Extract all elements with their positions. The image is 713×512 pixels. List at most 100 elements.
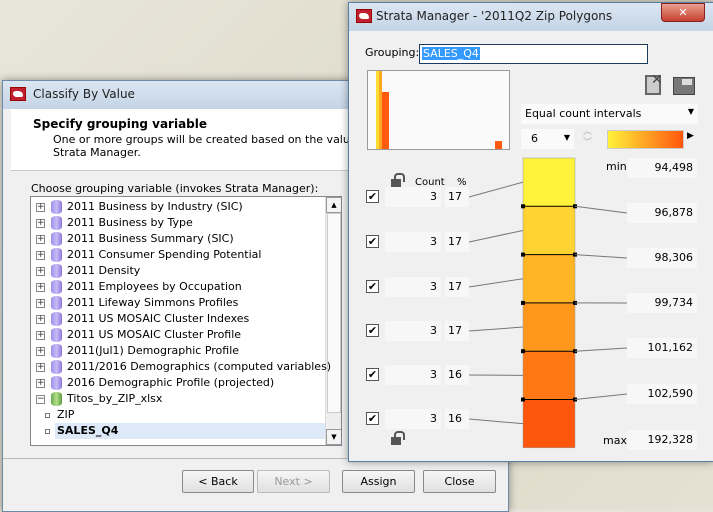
leaf-icon — [45, 413, 50, 418]
break-handle — [521, 301, 525, 305]
scrollbar[interactable]: ▲ ▼ — [325, 197, 341, 445]
variable-tree[interactable]: ▲ ▼ +2011 Business by Industry (SIC)+201… — [30, 196, 342, 446]
app-icon — [10, 87, 26, 101]
tree-item[interactable]: +2011 Business by Industry (SIC) — [31, 199, 325, 215]
database-icon — [51, 344, 62, 358]
tree-item[interactable]: SALES_Q4 — [55, 423, 325, 439]
class-count: 3 — [385, 365, 441, 385]
break-value[interactable]: 98,306 — [627, 248, 697, 268]
expand-icon[interactable]: + — [36, 283, 45, 292]
scroll-thumb[interactable] — [327, 213, 341, 413]
tree-item-label: 2011 Lifeway Simmons Profiles — [67, 295, 238, 311]
break-value[interactable]: 102,590 — [627, 384, 697, 404]
tree-item[interactable]: +2011 US MOSAIC Cluster Profile — [31, 327, 325, 343]
tree-item[interactable]: +2011 Employees by Occupation — [31, 279, 325, 295]
break-connector-line — [575, 348, 627, 351]
tree-item-label: Titos_by_ZIP_xlsx — [67, 391, 162, 407]
close-button[interactable]: Close — [423, 470, 496, 493]
expand-icon[interactable]: + — [36, 379, 45, 388]
class-checkbox[interactable]: ✔ — [366, 235, 379, 248]
tree-item[interactable]: +2011 US MOSAIC Cluster Indexes — [31, 311, 325, 327]
tree-item-label: 2011 Business Summary (SIC) — [67, 231, 234, 247]
header-title: Specify grouping variable — [33, 117, 207, 131]
expand-icon[interactable]: + — [36, 235, 45, 244]
list-label: Choose grouping variable (invokes Strata… — [31, 182, 318, 195]
tree-item[interactable]: − Titos_by_ZIP_xlsx — [31, 391, 325, 407]
break-value[interactable]: 99,734 — [627, 293, 697, 313]
tree-item-label: SALES_Q4 — [57, 423, 118, 439]
scroll-down-icon[interactable]: ▼ — [326, 429, 342, 445]
database-icon — [51, 360, 62, 374]
tree-item[interactable]: +2011 Business by Type — [31, 215, 325, 231]
break-value[interactable]: 96,878 — [627, 203, 697, 223]
class-color-segment — [523, 351, 575, 399]
database-icon — [51, 216, 62, 230]
class-percent: 16 — [445, 365, 469, 385]
database-icon — [51, 200, 62, 214]
database-icon — [51, 376, 62, 390]
class-color-segment — [523, 206, 575, 254]
tree-item[interactable]: +2016 Demographic Profile (projected) — [31, 375, 325, 391]
class-color-segment — [523, 400, 575, 448]
tree-item[interactable]: +2011 Consumer Spending Potential — [31, 247, 325, 263]
class-color-segment — [523, 255, 575, 303]
assign-button[interactable]: Assign — [342, 470, 415, 493]
class-checkbox[interactable]: ✔ — [366, 190, 379, 203]
class-color-segment — [523, 303, 575, 351]
scroll-up-icon[interactable]: ▲ — [326, 197, 342, 213]
header-desc-2: Strata Manager. — [53, 146, 141, 159]
class-percent: 17 — [445, 321, 469, 341]
strata-manager-dialog: Strata Manager - '2011Q2 Zip Polygons ✕ … — [348, 2, 713, 462]
expand-icon[interactable]: + — [36, 331, 45, 340]
break-connector-line — [575, 255, 627, 258]
tree-item-label: 2011(Jul1) Demographic Profile — [67, 343, 239, 359]
expand-icon[interactable]: + — [36, 251, 45, 260]
class-connector-line — [469, 419, 523, 424]
class-percent: 16 — [445, 409, 469, 429]
back-button[interactable]: < Back — [182, 470, 254, 493]
expand-icon[interactable]: + — [36, 315, 45, 324]
tree-item[interactable]: +2011(Jul1) Demographic Profile — [31, 343, 325, 359]
spreadsheet-icon — [51, 392, 62, 406]
collapse-icon[interactable]: − — [36, 395, 45, 404]
expand-icon[interactable]: + — [36, 347, 45, 356]
class-connector-line — [469, 230, 523, 242]
tree-item-label: 2011 US MOSAIC Cluster Indexes — [67, 311, 249, 327]
class-percent: 17 — [445, 187, 469, 207]
expand-icon[interactable]: + — [36, 203, 45, 212]
class-connector-line — [469, 279, 523, 287]
tree-item[interactable]: ZIP — [31, 407, 325, 423]
tree-item-label: 2011 Business by Industry (SIC) — [67, 199, 243, 215]
tree-item-label: 2016 Demographic Profile (projected) — [67, 375, 274, 391]
tree-item-label: 2011 Business by Type — [67, 215, 193, 231]
class-percent: 17 — [445, 277, 469, 297]
tree-item-label: 2011 Density — [67, 263, 140, 279]
tree-item[interactable]: +2011/2016 Demographics (computed variab… — [31, 359, 325, 375]
dialog-title: Classify By Value — [33, 87, 135, 101]
class-checkbox[interactable]: ✔ — [366, 280, 379, 293]
tree-item-label: 2011 Employees by Occupation — [67, 279, 242, 295]
class-checkbox[interactable]: ✔ — [366, 368, 379, 381]
expand-icon[interactable]: + — [36, 299, 45, 308]
class-checkbox[interactable]: ✔ — [366, 324, 379, 337]
tree-item-label: 2011/2016 Demographics (computed variabl… — [67, 359, 331, 375]
leaf-icon — [45, 429, 50, 434]
break-handle — [521, 253, 525, 257]
break-handle — [521, 349, 525, 353]
tree-item[interactable]: +2011 Lifeway Simmons Profiles — [31, 295, 325, 311]
tree-item-label: 2011 Consumer Spending Potential — [67, 247, 261, 263]
database-icon — [51, 264, 62, 278]
class-color-segment — [523, 158, 575, 206]
expand-icon[interactable]: + — [36, 267, 45, 276]
next-button[interactable]: Next > — [257, 470, 330, 493]
class-checkbox[interactable]: ✔ — [366, 412, 379, 425]
tree-item[interactable]: +2011 Business Summary (SIC) — [31, 231, 325, 247]
expand-icon[interactable]: + — [36, 219, 45, 228]
database-icon — [51, 296, 62, 310]
class-count: 3 — [385, 232, 441, 252]
class-count: 3 — [385, 409, 441, 429]
break-value[interactable]: 101,162 — [627, 338, 697, 358]
expand-icon[interactable]: + — [36, 363, 45, 372]
tree-item[interactable]: +2011 Density — [31, 263, 325, 279]
break-handle — [521, 398, 525, 402]
